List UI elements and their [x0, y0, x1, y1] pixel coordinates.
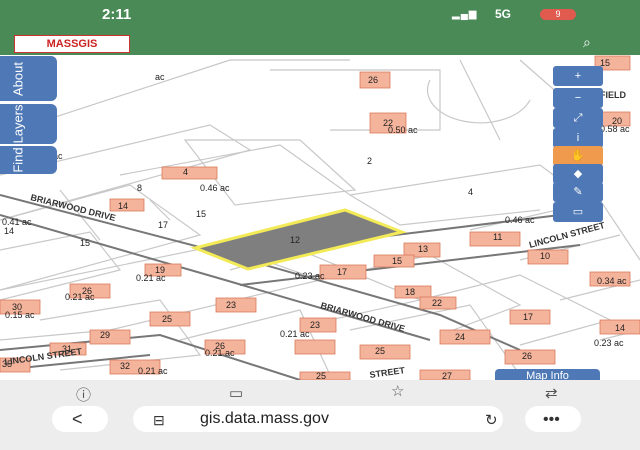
parcel-label: 15	[80, 238, 90, 248]
parcel-label: ac	[155, 72, 165, 82]
print-button[interactable]: ▭	[553, 202, 603, 222]
street-label: LINCOLN STREET	[528, 220, 606, 250]
parcel-label: 29	[100, 330, 110, 340]
parcel-label: 17	[158, 220, 168, 230]
pan-hand-icon: ✋	[571, 150, 585, 162]
parcel-label: 17	[523, 312, 533, 322]
battery-icon: 9	[540, 9, 576, 20]
url-text[interactable]: gis.data.mass.gov	[200, 410, 329, 428]
tab-about[interactable]: About	[0, 56, 57, 101]
tab-layers-label: Layers	[10, 104, 26, 144]
measure-icon: ◆	[573, 168, 583, 180]
parcel-label: 15	[196, 209, 206, 219]
tab-find-label: Find	[10, 147, 26, 173]
parcel-label: 0.21 ac	[138, 366, 168, 376]
parcel-label: 22	[432, 298, 442, 308]
eraser-icon: ✎	[573, 186, 583, 198]
more-menu-icon[interactable]: •••	[543, 411, 560, 429]
back-arrow-icon[interactable]: <	[72, 409, 83, 430]
parcel-label: 12	[290, 235, 300, 245]
parcel-label: 4	[468, 187, 473, 197]
street-label: STREET	[369, 365, 406, 380]
full-extent-icon: ⤢	[573, 112, 583, 124]
status-bar: 2:11 ▂▄▆ 5G 9	[0, 0, 640, 28]
parcel-label: 18	[405, 287, 415, 297]
parcel-label: 8	[137, 183, 142, 193]
reload-icon[interactable]: ↻	[485, 411, 498, 429]
parcel-label: 0.46 ac	[505, 215, 535, 225]
parcel-label: 0.34 ac	[597, 276, 627, 286]
status-time: 2:11	[102, 6, 132, 23]
tab-layers[interactable]: Layers	[0, 104, 57, 144]
parcel-label: 0.21 ac	[65, 292, 95, 302]
parcel-label: 15	[392, 256, 402, 266]
parcel-label: 27	[442, 371, 452, 380]
parcel-label: 25	[316, 371, 326, 380]
identify-button[interactable]: i	[553, 128, 603, 148]
tabs-icon[interactable]: ⊟	[153, 412, 165, 429]
pan-button[interactable]: ✋	[553, 146, 603, 166]
parcel-label: 25	[375, 346, 385, 356]
parcel-label: 23	[226, 300, 236, 310]
map-canvas[interactable]: 26 22 0.50 ac 20 0.58 ac 15 2 4 0.46 ac …	[0, 55, 640, 380]
parcel-label: 13	[418, 244, 428, 254]
measure-button[interactable]: ◆	[553, 164, 603, 184]
comment-icon[interactable]: ▭	[229, 384, 243, 402]
search-icon[interactable]: ⌕	[583, 34, 591, 51]
parcel-label: 0.23 ac	[295, 271, 325, 281]
massgis-logo: MASSGIS	[14, 35, 130, 53]
parcel-label: 14	[615, 323, 625, 333]
parcel-label: 24	[455, 332, 465, 342]
signal-icon: ▂▄▆	[452, 9, 478, 20]
tab-find[interactable]: Find	[0, 146, 57, 174]
page-info-icon[interactable]: ⓘ	[76, 384, 91, 405]
parcel-label: 0.46 ac	[200, 183, 230, 193]
bookmark-star-icon[interactable]: ☆	[391, 382, 404, 400]
street-label: FIELD	[600, 90, 626, 100]
parcel-label: 17	[337, 267, 347, 277]
parcel-label: 0.21 ac	[205, 348, 235, 358]
parcel-label: 26	[368, 75, 378, 85]
parcel-label: 0.15 ac	[5, 310, 35, 320]
tab-about-label: About	[10, 61, 26, 96]
parcel-label: 0.58 ac	[600, 124, 630, 134]
zoom-out-icon: −	[574, 92, 582, 104]
erase-button[interactable]: ✎	[553, 182, 603, 202]
parcel-label: 11	[493, 232, 502, 242]
parcel-label: 26	[522, 351, 532, 361]
parcel-label: 0.21 ac	[136, 273, 166, 283]
parcel-map[interactable]: 26 22 0.50 ac 20 0.58 ac 15 2 4 0.46 ac …	[0, 55, 640, 380]
zoom-out-button[interactable]: −	[553, 88, 603, 108]
parcel-label: 14	[118, 201, 128, 211]
parcel-label: 4	[183, 167, 188, 177]
info-icon: i	[576, 132, 580, 144]
parcel-label: 10	[540, 251, 550, 261]
parcel-label: 0.21 ac	[280, 329, 310, 339]
parcel-label: 0.23 ac	[594, 338, 624, 348]
zoom-in-button[interactable]: +	[553, 66, 603, 86]
parcel-label: 0.50 ac	[388, 125, 418, 135]
zoom-in-icon: +	[574, 70, 582, 82]
translate-icon[interactable]: ⇄	[545, 384, 558, 402]
full-extent-button[interactable]: ⤢	[553, 108, 603, 128]
parcel-label: 25	[162, 314, 172, 324]
battery-level: 9	[555, 9, 561, 19]
parcel-label: 14	[4, 226, 14, 236]
print-icon: ▭	[572, 206, 584, 218]
parcel-label: 32	[120, 361, 130, 371]
parcel-label: 2	[367, 156, 372, 166]
parcel-label: 23	[310, 320, 320, 330]
network-type: 5G	[495, 7, 512, 21]
